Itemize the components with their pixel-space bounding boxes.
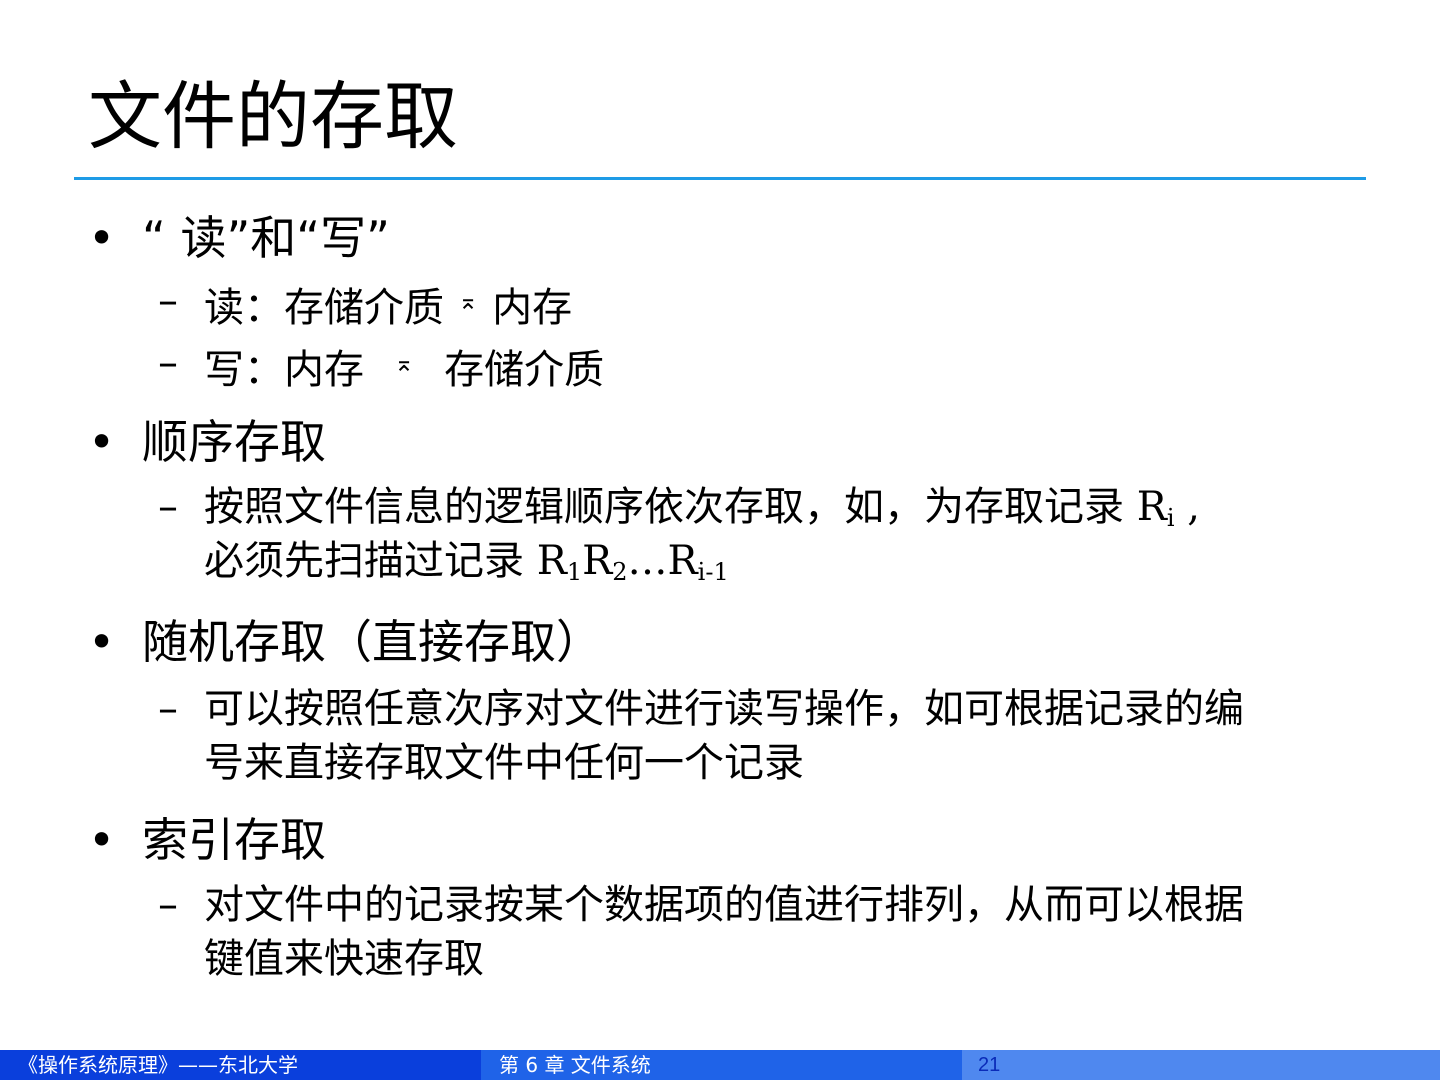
sub-item-text: 对文件中的记录按某个数据项的值进行排列，从而可以根据: [204, 882, 1244, 928]
subscript: 1: [566, 558, 583, 586]
bullet-glyph: •: [88, 615, 116, 669]
sub-item-text: 号来直接存取文件中任何一个记录: [204, 740, 804, 786]
sub-item-text: 读：存储介质: [204, 285, 444, 331]
bullet-heading: 随机存取（直接存取）: [142, 615, 602, 669]
footer-page-number: 21: [962, 1050, 1440, 1080]
bullet-glyph: •: [88, 211, 116, 265]
slide-content: • “ 读”和“写” – 读：存储介质 ⌅ 内存 – 写：内存 ⌅ 存储介质 • 顺序存取 …: [0, 0, 1440, 1040]
bullet-heading: 索引存取: [142, 813, 326, 867]
footer-chapter: 第 6 章 文件系统: [481, 1050, 962, 1080]
slide-footer: 《操作系统原理》——东北大学 第 6 章 文件系统 21: [0, 1050, 1440, 1080]
sub-item-text: ,: [1174, 484, 1200, 530]
sub-item-text: R: [582, 538, 613, 584]
bullet-glyph: •: [88, 415, 116, 469]
bullet-glyph: •: [88, 813, 116, 867]
sub-item-text: 写：内存: [204, 347, 364, 393]
dash-glyph: –: [158, 484, 178, 530]
sub-item-text: …R: [627, 538, 698, 584]
subscript: i: [1166, 504, 1175, 532]
arrow-icon: ⌅: [458, 287, 479, 315]
sub-item-text: 按照文件信息的逻辑顺序依次存取，如，为存取记录 R: [204, 484, 1167, 530]
sub-item-text-after: 内存: [492, 285, 573, 331]
sub-item-text: 可以按照任意次序对文件进行读写操作，如可根据记录的编: [204, 686, 1244, 732]
bullet-random-access: • 随机存取（直接存取）: [88, 614, 602, 670]
bullet-heading: 顺序存取: [142, 415, 326, 469]
bullet-index-access: • 索引存取: [88, 812, 326, 868]
sub-item-text: 必须先扫描过记录 R: [204, 538, 567, 584]
dash-glyph: –: [158, 340, 178, 386]
sub-item-text-after: 存储介质: [444, 347, 605, 393]
subscript: 2: [612, 558, 628, 586]
bullet-sequential-access: • 顺序存取: [88, 414, 326, 470]
footer-course: 《操作系统原理》——东北大学: [0, 1050, 481, 1080]
arrow-icon: ⌅: [394, 349, 415, 377]
dash-glyph: –: [158, 686, 178, 732]
sub-item-text: 键值来快速存取: [204, 936, 484, 982]
subscript: i-1: [697, 558, 729, 586]
dash-glyph: –: [158, 278, 178, 324]
bullet-read-write: • “ 读”和“写”: [88, 210, 390, 266]
bullet-heading: “ 读”和“写”: [142, 211, 390, 265]
dash-glyph: –: [158, 882, 178, 928]
